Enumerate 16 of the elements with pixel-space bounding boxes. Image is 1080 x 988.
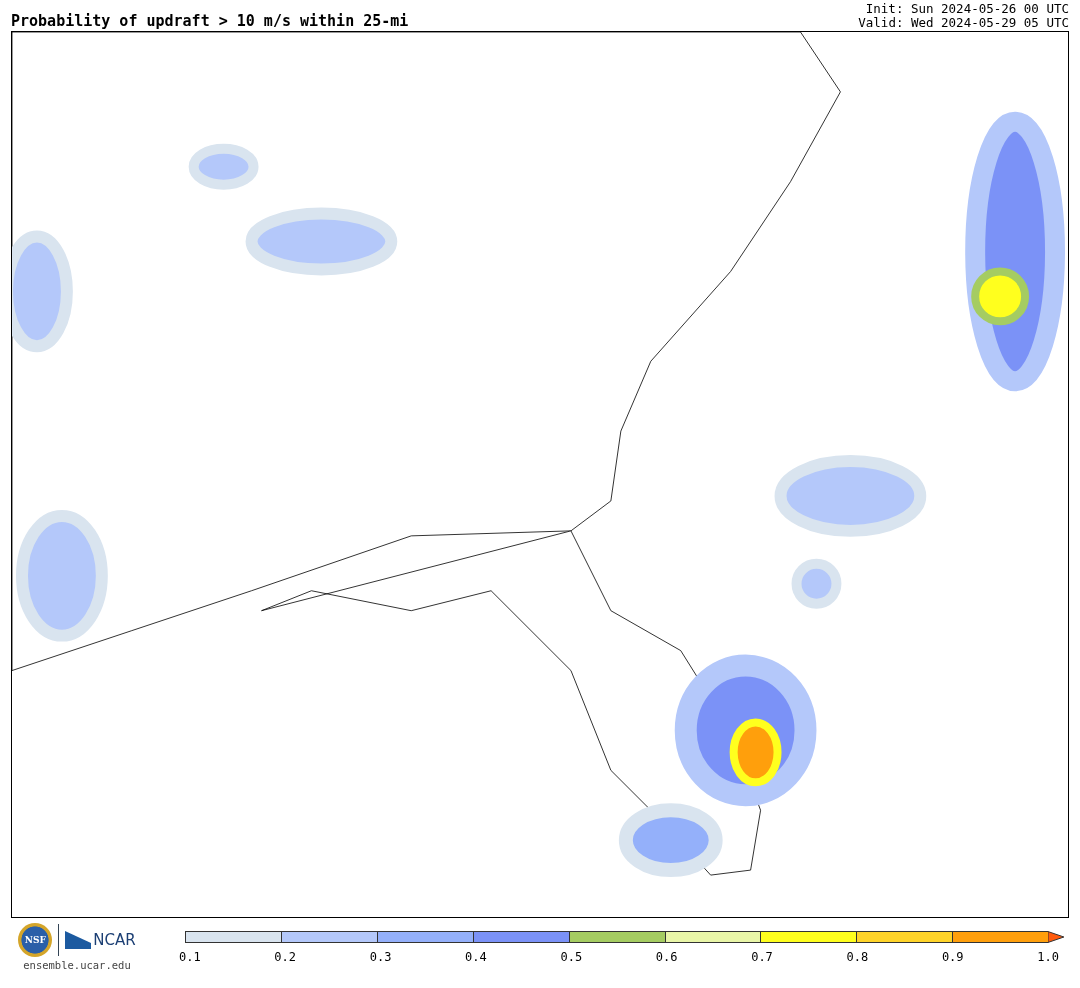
init-time: Init: Sun 2024-05-26 00 UTC bbox=[865, 2, 1069, 16]
chart-title: Probability of updraft > 10 m/s within 25-mi bbox=[11, 12, 409, 30]
scale-tick: 0.5 bbox=[560, 950, 583, 964]
scale-tick: 1.0 bbox=[1037, 950, 1059, 964]
valid-time: Valid: Wed 2024-05-29 05 UTC bbox=[858, 16, 1069, 30]
scale-tick: 0.2 bbox=[274, 950, 297, 964]
brand-logo: NCAR bbox=[65, 931, 136, 949]
seal-logo: NSF bbox=[18, 923, 53, 957]
scale-tick: 0.8 bbox=[846, 950, 869, 964]
site-url: ensemble.ucar.edu bbox=[23, 959, 131, 971]
scale-tick: 0.4 bbox=[465, 950, 487, 964]
scale-tick: 0.9 bbox=[941, 950, 964, 964]
scale-tick: 0.3 bbox=[369, 950, 392, 964]
scale-tick: 0.6 bbox=[655, 950, 678, 964]
scale-tick: 0.7 bbox=[751, 950, 773, 964]
scale-tick: 0.1 bbox=[179, 950, 201, 964]
